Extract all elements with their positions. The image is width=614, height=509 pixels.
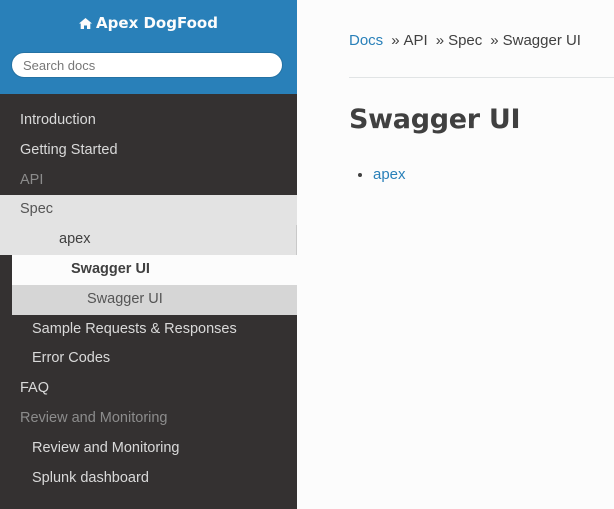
breadcrumb-current: Swagger UI: [502, 32, 581, 49]
breadcrumb-separator: »: [435, 32, 445, 49]
breadcrumb-spec: Spec: [448, 32, 483, 49]
sidebar-item-getting-started[interactable]: Getting Started: [0, 136, 297, 166]
sidebar-item-splunk-dashboard[interactable]: Splunk dashboard: [0, 464, 297, 494]
sidebar-item-apex[interactable]: apex: [0, 225, 297, 255]
breadcrumb-separator: »: [391, 32, 400, 49]
list-item: apex: [373, 166, 406, 183]
sidebar-caption-api: API: [20, 171, 44, 188]
search-input[interactable]: [11, 52, 283, 78]
sidebar-item-spec[interactable]: Spec: [0, 195, 297, 226]
main-content: Docs»API»Spec»Swagger UI Swagger UI apex: [297, 0, 614, 509]
apex-link[interactable]: apex: [373, 166, 406, 183]
sidebar-header: Apex DogFood: [0, 0, 297, 94]
sidebar: Apex DogFood Introduction Getting Starte…: [0, 0, 297, 509]
sidebar-caption-review: Review and Monitoring: [20, 409, 168, 426]
sidebar-menu: Introduction Getting Started API Spec ap…: [0, 106, 297, 493]
divider: [349, 77, 614, 78]
home-icon: [79, 15, 93, 33]
breadcrumb-docs-link[interactable]: Docs: [349, 32, 383, 49]
sidebar-item-swagger-ui-current[interactable]: Swagger UI: [12, 254, 297, 285]
sidebar-item-swagger-ui-sub[interactable]: Swagger UI: [12, 284, 297, 315]
page-title: Swagger UI: [349, 104, 521, 135]
sidebar-item-review-monitoring[interactable]: Review and Monitoring: [0, 434, 297, 464]
sidebar-item-faq[interactable]: FAQ: [0, 374, 297, 404]
breadcrumb: Docs» API» Spec» Swagger UI: [349, 32, 581, 49]
toc-list: apex: [349, 166, 406, 183]
sidebar-item-error-codes[interactable]: Error Codes: [0, 344, 297, 374]
brand-link[interactable]: Apex DogFood: [79, 14, 218, 33]
breadcrumb-api: API: [403, 32, 428, 49]
sidebar-item-sample-requests[interactable]: Sample Requests & Responses: [0, 315, 297, 345]
brand-title: Apex DogFood: [96, 14, 218, 32]
breadcrumb-separator: »: [490, 32, 499, 49]
sidebar-item-introduction[interactable]: Introduction: [0, 106, 297, 136]
